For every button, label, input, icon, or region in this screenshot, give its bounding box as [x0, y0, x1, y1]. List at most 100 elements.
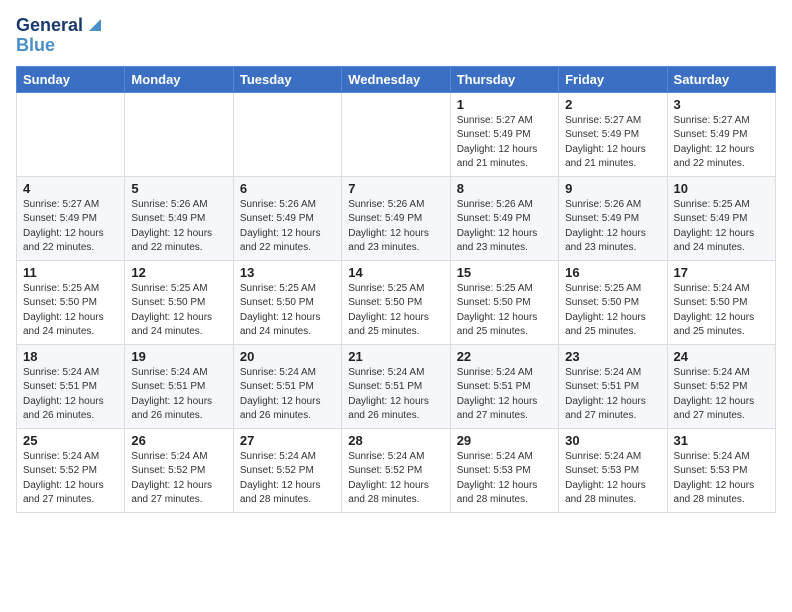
calendar-header-row: SundayMondayTuesdayWednesdayThursdayFrid…	[17, 66, 776, 92]
day-number: 29	[457, 433, 552, 448]
calendar-cell: 7 Sunrise: 5:26 AMSunset: 5:49 PMDaylight…	[342, 176, 450, 260]
cell-content: Sunrise: 5:25 AMSunset: 5:50 PMDaylight:…	[348, 282, 443, 340]
day-number: 11	[23, 265, 118, 280]
day-number: 13	[240, 265, 335, 280]
calendar-cell: 11 Sunrise: 5:25 AMSunset: 5:50 PMDayligh…	[17, 260, 125, 344]
cell-content: Sunrise: 5:27 AMSunset: 5:49 PMDaylight:…	[565, 114, 660, 172]
cell-content: Sunrise: 5:24 AMSunset: 5:52 PMDaylight:…	[131, 450, 226, 508]
day-number: 31	[674, 433, 769, 448]
calendar-cell: 8 Sunrise: 5:26 AMSunset: 5:49 PMDaylight…	[450, 176, 558, 260]
cell-content: Sunrise: 5:24 AMSunset: 5:53 PMDaylight:…	[674, 450, 769, 508]
day-number: 6	[240, 181, 335, 196]
calendar-cell: 21 Sunrise: 5:24 AMSunset: 5:51 PMDayligh…	[342, 344, 450, 428]
day-of-week-monday: Monday	[125, 66, 233, 92]
day-number: 19	[131, 349, 226, 364]
day-number: 21	[348, 349, 443, 364]
day-number: 17	[674, 265, 769, 280]
calendar-week-1: 1 Sunrise: 5:27 AMSunset: 5:49 PMDaylight…	[17, 92, 776, 176]
day-number: 20	[240, 349, 335, 364]
logo-icon	[85, 15, 105, 35]
calendar-cell: 3 Sunrise: 5:27 AMSunset: 5:49 PMDaylight…	[667, 92, 775, 176]
day-number: 5	[131, 181, 226, 196]
day-of-week-sunday: Sunday	[17, 66, 125, 92]
cell-content: Sunrise: 5:24 AMSunset: 5:52 PMDaylight:…	[23, 450, 118, 508]
calendar-cell: 23 Sunrise: 5:24 AMSunset: 5:51 PMDayligh…	[559, 344, 667, 428]
calendar-cell: 27Sunrise: 5:24 AMSunset: 5:52 PMDayligh…	[233, 428, 341, 512]
day-number: 1	[457, 97, 552, 112]
cell-content: Sunrise: 5:24 AMSunset: 5:51 PMDaylight:…	[240, 366, 335, 424]
calendar-cell: 18 Sunrise: 5:24 AMSunset: 5:51 PMDayligh…	[17, 344, 125, 428]
cell-content: Sunrise: 5:24 AMSunset: 5:51 PMDaylight:…	[348, 366, 443, 424]
page-header: General Blue	[16, 16, 776, 56]
cell-content: Sunrise: 5:24 AMSunset: 5:51 PMDaylight:…	[131, 366, 226, 424]
day-number: 27	[240, 433, 335, 448]
day-number: 30	[565, 433, 660, 448]
day-number: 26	[131, 433, 226, 448]
cell-content: Sunrise: 5:26 AMSunset: 5:49 PMDaylight:…	[348, 198, 443, 256]
calendar-cell: 22Sunrise: 5:24 AMSunset: 5:51 PMDayligh…	[450, 344, 558, 428]
day-number: 4	[23, 181, 118, 196]
calendar-cell: 24 Sunrise: 5:24 AMSunset: 5:52 PMDayligh…	[667, 344, 775, 428]
cell-content: Sunrise: 5:26 AMSunset: 5:49 PMDaylight:…	[457, 198, 552, 256]
calendar-week-2: 4 Sunrise: 5:27 AMSunset: 5:49 PMDaylight…	[17, 176, 776, 260]
cell-content: Sunrise: 5:24 AMSunset: 5:53 PMDaylight:…	[565, 450, 660, 508]
cell-content: Sunrise: 5:24 AMSunset: 5:52 PMDaylight:…	[348, 450, 443, 508]
day-number: 10	[674, 181, 769, 196]
day-number: 16	[565, 265, 660, 280]
calendar-cell: 31 Sunrise: 5:24 AMSunset: 5:53 PMDayligh…	[667, 428, 775, 512]
calendar-cell: 28 Sunrise: 5:24 AMSunset: 5:52 PMDayligh…	[342, 428, 450, 512]
cell-content: Sunrise: 5:26 AMSunset: 5:49 PMDaylight:…	[240, 198, 335, 256]
calendar-week-5: 25 Sunrise: 5:24 AMSunset: 5:52 PMDayligh…	[17, 428, 776, 512]
logo: General Blue	[16, 16, 105, 56]
calendar-cell: 17 Sunrise: 5:24 AMSunset: 5:50 PMDayligh…	[667, 260, 775, 344]
day-number: 9	[565, 181, 660, 196]
calendar-cell	[233, 92, 341, 176]
day-number: 3	[674, 97, 769, 112]
cell-content: Sunrise: 5:24 AMSunset: 5:52 PMDaylight:…	[674, 366, 769, 424]
cell-content: Sunrise: 5:25 AMSunset: 5:49 PMDaylight:…	[674, 198, 769, 256]
calendar-cell	[342, 92, 450, 176]
day-number: 23	[565, 349, 660, 364]
calendar-cell: 30 Sunrise: 5:24 AMSunset: 5:53 PMDayligh…	[559, 428, 667, 512]
calendar-cell: 5Sunrise: 5:26 AMSunset: 5:49 PMDaylight…	[125, 176, 233, 260]
calendar-cell: 29 Sunrise: 5:24 AMSunset: 5:53 PMDayligh…	[450, 428, 558, 512]
day-number: 28	[348, 433, 443, 448]
calendar-cell: 25 Sunrise: 5:24 AMSunset: 5:52 PMDayligh…	[17, 428, 125, 512]
day-number: 22	[457, 349, 552, 364]
day-number: 25	[23, 433, 118, 448]
day-number: 8	[457, 181, 552, 196]
day-number: 2	[565, 97, 660, 112]
cell-content: Sunrise: 5:26 AMSunset: 5:49 PMDaylight:…	[565, 198, 660, 256]
cell-content: Sunrise: 5:24 AMSunset: 5:51 PMDaylight:…	[565, 366, 660, 424]
day-number: 15	[457, 265, 552, 280]
day-of-week-tuesday: Tuesday	[233, 66, 341, 92]
calendar-cell: 19 Sunrise: 5:24 AMSunset: 5:51 PMDayligh…	[125, 344, 233, 428]
cell-content: Sunrise: 5:24 AMSunset: 5:50 PMDaylight:…	[674, 282, 769, 340]
day-number: 12	[131, 265, 226, 280]
calendar-cell: 6 Sunrise: 5:26 AMSunset: 5:49 PMDaylight…	[233, 176, 341, 260]
day-of-week-thursday: Thursday	[450, 66, 558, 92]
calendar-cell: 16 Sunrise: 5:25 AMSunset: 5:50 PMDayligh…	[559, 260, 667, 344]
cell-content: Sunrise: 5:27 AMSunset: 5:49 PMDaylight:…	[674, 114, 769, 172]
day-number: 24	[674, 349, 769, 364]
logo-text-general: General	[16, 16, 83, 36]
calendar-week-3: 11 Sunrise: 5:25 AMSunset: 5:50 PMDayligh…	[17, 260, 776, 344]
day-of-week-friday: Friday	[559, 66, 667, 92]
cell-content: Sunrise: 5:25 AMSunset: 5:50 PMDaylight:…	[240, 282, 335, 340]
day-number: 7	[348, 181, 443, 196]
cell-content: Sunrise: 5:24 AMSunset: 5:51 PMDaylight:…	[23, 366, 118, 424]
calendar-cell: 4 Sunrise: 5:27 AMSunset: 5:49 PMDaylight…	[17, 176, 125, 260]
cell-content: Sunrise: 5:25 AMSunset: 5:50 PMDaylight:…	[23, 282, 118, 340]
cell-content: Sunrise: 5:25 AMSunset: 5:50 PMDaylight:…	[565, 282, 660, 340]
cell-content: Sunrise: 5:27 AMSunset: 5:49 PMDaylight:…	[457, 114, 552, 172]
cell-content: Sunrise: 5:24 AMSunset: 5:53 PMDaylight:…	[457, 450, 552, 508]
calendar-cell: 9 Sunrise: 5:26 AMSunset: 5:49 PMDaylight…	[559, 176, 667, 260]
calendar-cell: 2 Sunrise: 5:27 AMSunset: 5:49 PMDaylight…	[559, 92, 667, 176]
cell-content: Sunrise: 5:27 AMSunset: 5:49 PMDaylight:…	[23, 198, 118, 256]
day-number: 18	[23, 349, 118, 364]
cell-content: Sunrise: 5:25 AMSunset: 5:50 PMDaylight:…	[131, 282, 226, 340]
calendar-cell: 13 Sunrise: 5:25 AMSunset: 5:50 PMDayligh…	[233, 260, 341, 344]
calendar-cell: 12 Sunrise: 5:25 AMSunset: 5:50 PMDayligh…	[125, 260, 233, 344]
cell-content: Sunrise: 5:25 AMSunset: 5:50 PMDaylight:…	[457, 282, 552, 340]
calendar-table: SundayMondayTuesdayWednesdayThursdayFrid…	[16, 66, 776, 513]
